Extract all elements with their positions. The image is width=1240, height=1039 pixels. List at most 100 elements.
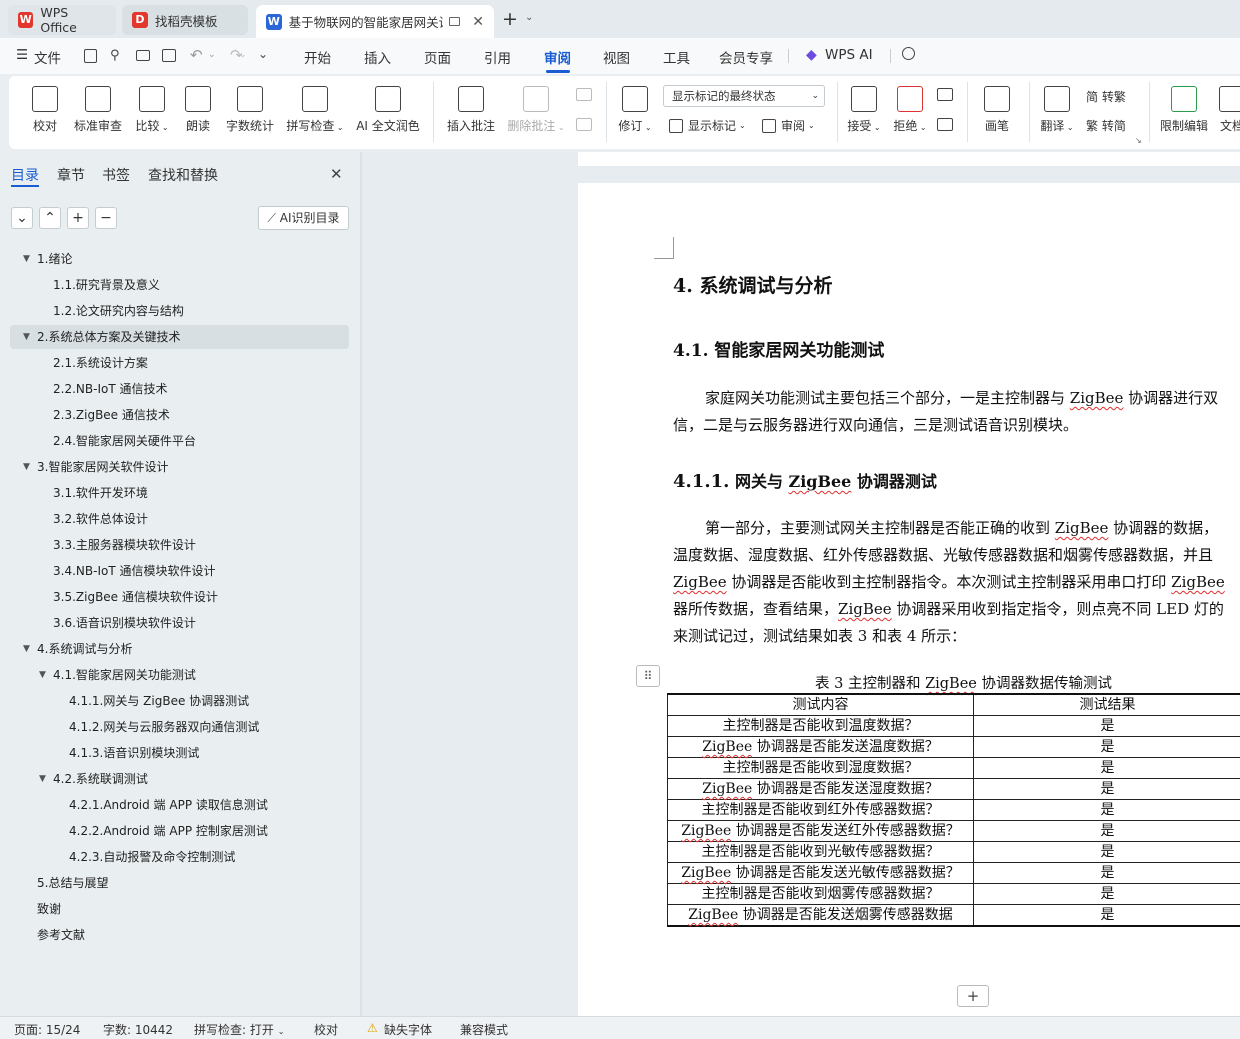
compare-button[interactable]: 比较 ⌄ (133, 86, 171, 134)
word-count-indicator[interactable]: 字数: 10442 (103, 1021, 173, 1038)
toc-item[interactable]: ▼ 4.系统调试与分析 (23, 637, 132, 661)
menu-view[interactable]: 视图 (603, 47, 630, 67)
table-header-cell[interactable]: 测试结果 (973, 693, 1240, 716)
toc-item[interactable]: 3.3.主服务器模块软件设计 (53, 533, 196, 557)
missing-font-status[interactable]: 缺失字体 (384, 1021, 432, 1038)
collapse-caret-icon[interactable]: ▼ (23, 455, 30, 479)
collapse-caret-icon[interactable]: ▼ (39, 767, 46, 791)
toc-item[interactable]: 4.2.1.Android 端 APP 读取信息测试 (69, 793, 268, 817)
menu-insert[interactable]: 插入 (364, 47, 391, 67)
toc-item[interactable]: 2.1.系统设计方案 (53, 351, 148, 375)
collapse-caret-icon[interactable]: ▼ (23, 637, 30, 661)
page-indicator[interactable]: 页面: 15/24 (14, 1021, 80, 1038)
markup-mode-select[interactable]: 显示标记的最终状态 ⌄ (663, 85, 825, 107)
pen-button[interactable]: 画笔 (979, 86, 1015, 134)
menu-home[interactable]: 开始 (304, 47, 331, 67)
collapse-caret-icon[interactable]: ▼ (39, 663, 46, 687)
insert-comment-button[interactable]: 插入批注 (445, 86, 497, 134)
collapse-caret-icon[interactable]: ▼ (23, 325, 30, 349)
print-preview-icon[interactable] (162, 49, 176, 62)
test-item-cell[interactable]: 主控制器是否能收到红外传感器数据？ (667, 799, 974, 821)
show-markup-button[interactable]: 显示标记 ⌄ (669, 117, 746, 134)
reject-button[interactable]: 拒绝 ⌄ (891, 86, 929, 134)
toc-item[interactable]: 4.2.3.自动报警及命令控制测试 (69, 845, 235, 869)
add-heading-button[interactable]: + (67, 207, 89, 229)
toc-item[interactable]: ▼ 4.2.系统联调测试 (39, 767, 148, 791)
search-icon[interactable] (902, 47, 915, 60)
prev-change-icon[interactable] (937, 88, 953, 101)
spell-check-button[interactable]: 拼写检查 ⌄ (285, 86, 345, 134)
expand-all-button[interactable]: ⌄ (11, 207, 33, 229)
test-result-cell[interactable]: 是 (973, 841, 1240, 863)
close-tab-icon[interactable]: ✕ (472, 14, 484, 30)
toc-item[interactable]: 3.2.软件总体设计 (53, 507, 148, 531)
table-move-handle-icon[interactable]: ⠿ (636, 665, 660, 687)
test-result-cell[interactable]: 是 (973, 820, 1240, 842)
review-pane-button[interactable]: 审阅 ⌄ (762, 117, 815, 134)
collapse-caret-icon[interactable]: ▼ (23, 247, 30, 271)
tab-list-chevron-icon[interactable]: ⌄ (525, 12, 533, 23)
toc-item[interactable]: 2.2.NB-IoT 通信技术 (53, 377, 167, 401)
delete-comment-button[interactable]: 删除批注 ⌄ (505, 86, 567, 134)
ai-polish-button[interactable]: AI 全文润色 (355, 86, 421, 134)
test-item-cell[interactable]: ZigBee 协调器是否能发送红外传感器数据？ (667, 820, 974, 842)
document-rights-button[interactable]: 文档 (1217, 86, 1240, 134)
test-result-cell[interactable]: 是 (973, 715, 1240, 737)
test-result-cell[interactable]: 是 (973, 736, 1240, 758)
to-simplified-button[interactable]: 繁 转简 (1086, 117, 1126, 134)
menu-member[interactable]: 会员专享 (719, 47, 773, 67)
toc-item[interactable]: 1.1.研究背景及意义 (53, 273, 160, 297)
toc-item[interactable]: ▼ 3.智能家居网关软件设计 (23, 455, 168, 479)
menu-tools[interactable]: 工具 (663, 47, 690, 67)
new-tab-icon[interactable]: + (502, 8, 518, 30)
group-expand-icon[interactable]: ↘ (1135, 136, 1142, 145)
more-chevron-icon[interactable]: ⌄ (258, 47, 268, 61)
test-item-cell[interactable]: 主控制器是否能收到湿度数据？ (667, 757, 974, 779)
toc-item[interactable]: ▼ 4.1.智能家居网关功能测试 (39, 663, 196, 687)
test-result-cell[interactable]: 是 (973, 799, 1240, 821)
revise-button[interactable]: 修订 ⌄ (615, 86, 655, 134)
toc-item[interactable]: 5.总结与展望 (37, 871, 108, 895)
test-result-cell[interactable]: 是 (973, 862, 1240, 884)
test-item-cell[interactable]: ZigBee 协调器是否能发送湿度数据？ (667, 778, 974, 800)
toc-item[interactable]: ▼ 1.绪论 (23, 247, 72, 271)
next-change-icon[interactable] (937, 118, 953, 131)
read-aloud-button[interactable]: 朗读 (183, 86, 213, 134)
to-traditional-button[interactable]: 简 转繁 (1086, 88, 1126, 105)
test-item-cell[interactable]: ZigBee 协调器是否能发送烟雾传感器数据 (667, 904, 974, 927)
menu-wps-ai[interactable]: WPS AI (825, 47, 873, 63)
menu-review[interactable]: 审阅 (544, 47, 571, 67)
undo-icon[interactable]: ↶ (190, 46, 203, 64)
test-results-table[interactable]: 测试内容 测试结果 主控制器是否能收到温度数据？是 ZigBee 协调器是否能发送… (667, 693, 1240, 927)
add-row-button[interactable]: + (957, 985, 989, 1007)
share-icon[interactable]: ⚲ (110, 48, 120, 63)
toc-item[interactable]: 3.5.ZigBee 通信模块软件设计 (53, 585, 218, 609)
panel-tab-sections[interactable]: 章节 (57, 165, 85, 185)
table-header-cell[interactable]: 测试内容 (667, 693, 974, 716)
ai-toc-button[interactable]: ⟋ AI识别目录 (258, 206, 349, 230)
panel-tab-find-replace[interactable]: 查找和替换 (148, 165, 218, 185)
word-count-button[interactable]: 字数统计 (223, 86, 277, 134)
remove-heading-button[interactable]: − (95, 207, 117, 229)
spell-check-status[interactable]: 拼写检查: 打开 ⌄ (194, 1021, 284, 1038)
toc-item[interactable]: ▼ 2.系统总体方案及关键技术 (23, 325, 180, 349)
proofread-status[interactable]: 校对 (314, 1021, 338, 1038)
test-result-cell[interactable]: 是 (973, 778, 1240, 800)
test-result-cell[interactable]: 是 (973, 883, 1240, 905)
test-item-cell[interactable]: ZigBee 协调器是否能发送光敏传感器数据？ (667, 862, 974, 884)
test-result-cell[interactable]: 是 (973, 904, 1240, 927)
toc-item[interactable]: 2.3.ZigBee 通信技术 (53, 403, 170, 427)
menu-page[interactable]: 页面 (424, 47, 451, 67)
toc-item[interactable]: 3.4.NB-IoT 通信模块软件设计 (53, 559, 215, 583)
test-result-cell[interactable]: 是 (973, 757, 1240, 779)
test-item-cell[interactable]: 主控制器是否能收到温度数据？ (667, 715, 974, 737)
standard-review-button[interactable]: 标准审查 (71, 86, 125, 134)
tab-docer-templates[interactable]: D 找稻壳模板 (122, 5, 248, 35)
hamburger-icon[interactable]: ☰ (16, 47, 28, 63)
menu-references[interactable]: 引用 (484, 47, 511, 67)
print-icon[interactable] (136, 50, 150, 61)
test-item-cell[interactable]: 主控制器是否能收到光敏传感器数据？ (667, 841, 974, 863)
translate-button[interactable]: 翻译 ⌄ (1037, 86, 1077, 134)
proofread-button[interactable]: 校对 (29, 86, 61, 134)
collapse-all-button[interactable]: ⌃ (39, 207, 61, 229)
